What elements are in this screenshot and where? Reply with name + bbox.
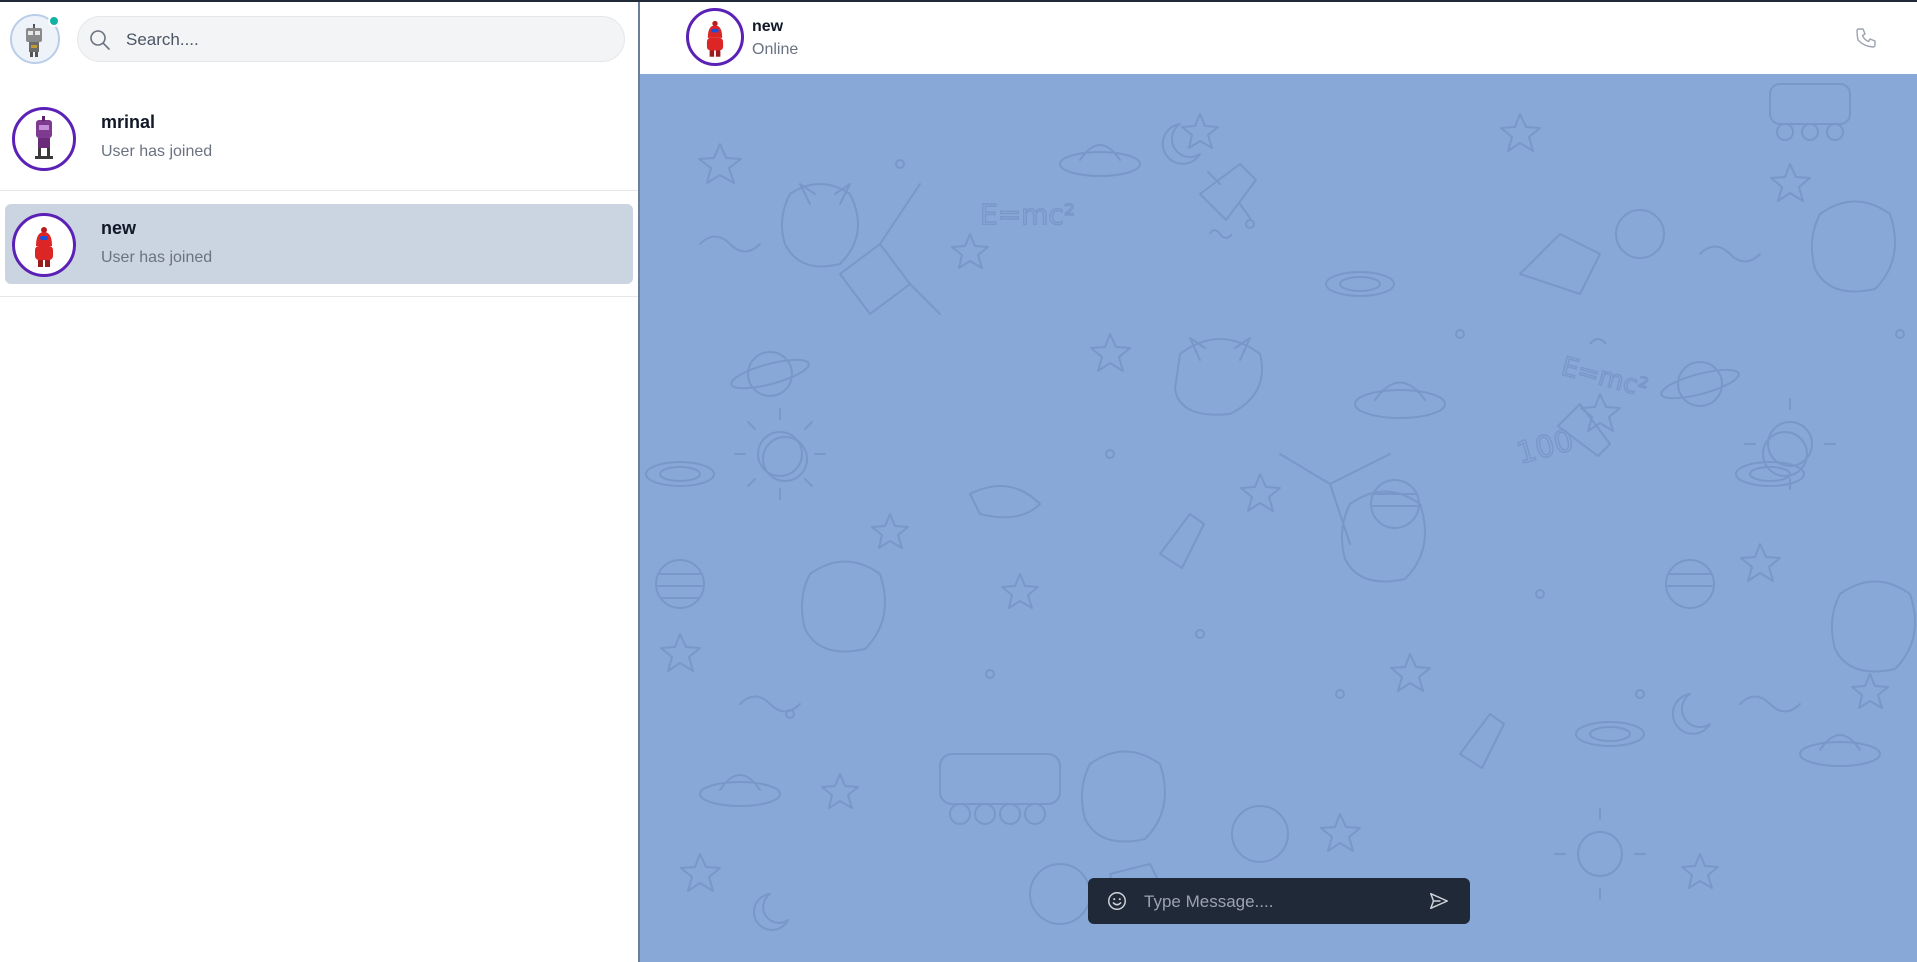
sidebar-header <box>0 2 638 74</box>
chat-last-message: User has joined <box>101 143 213 160</box>
chat-list: mrinal User has joined new User has join… <box>0 98 638 310</box>
search-box[interactable] <box>77 16 625 63</box>
red-robot-avatar-icon[interactable] <box>686 8 744 66</box>
search-icon <box>90 30 110 50</box>
chat-header: new Online <box>640 2 1917 74</box>
svg-text:E=mc²: E=mc² <box>980 198 1075 231</box>
chat-contact-name: new <box>752 18 784 35</box>
message-area[interactable]: E=mc² E=mc² 100 <box>640 74 1917 962</box>
chat-name: mrinal <box>101 112 156 132</box>
search-input[interactable] <box>124 17 608 63</box>
online-status-dot <box>48 15 60 27</box>
chat-name: new <box>101 218 137 238</box>
red-robot-avatar-icon <box>12 213 76 277</box>
message-input[interactable] <box>1142 878 1416 926</box>
chat-panel: new Online E=mc² E=mc² 100 Type Message.… <box>640 2 1917 962</box>
sidebar: mrinal User has joined new User has join… <box>0 2 640 962</box>
space-doodle-pattern: E=mc² E=mc² 100 <box>645 83 1916 931</box>
emoji-icon[interactable] <box>1106 890 1128 912</box>
chat-last-message: User has joined <box>101 249 213 266</box>
divider <box>0 190 638 191</box>
divider <box>0 296 638 297</box>
svg-text:100: 100 <box>1513 423 1577 472</box>
chat-list-item-mrinal[interactable]: mrinal User has joined <box>0 98 638 191</box>
current-user-avatar[interactable] <box>10 14 60 64</box>
send-icon[interactable] <box>1428 890 1450 912</box>
chat-list-item-new[interactable]: new User has joined <box>0 204 638 297</box>
purple-robot-avatar-icon <box>12 107 76 171</box>
phone-icon[interactable] <box>1854 26 1878 50</box>
chat-contact-status: Online <box>752 41 799 58</box>
svg-text:E=mc²: E=mc² <box>1558 352 1651 404</box>
message-composer <box>1088 878 1470 926</box>
